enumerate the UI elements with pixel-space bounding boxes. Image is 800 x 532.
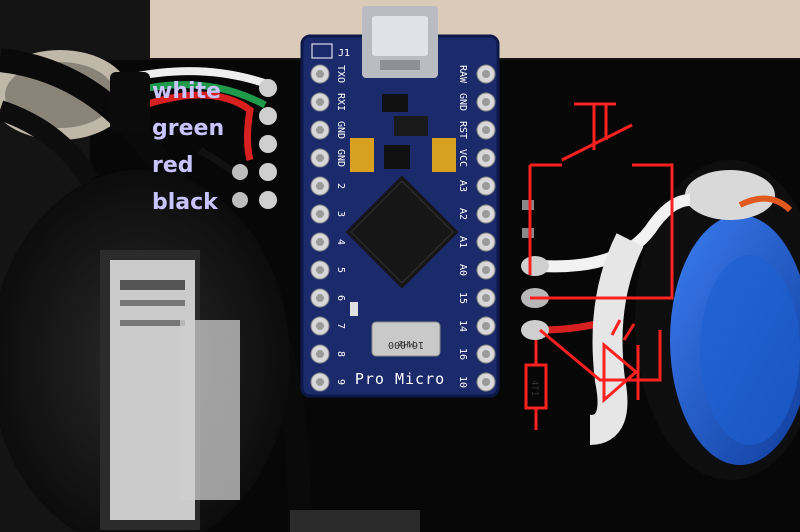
right-pin-hole — [482, 182, 490, 190]
left-pin-hole — [316, 294, 324, 302]
left-pin-label: 3 — [335, 211, 346, 217]
right-pin-hole — [482, 154, 490, 162]
right-pin-label: A0 — [457, 264, 468, 276]
right-pin-label: 15 — [457, 292, 468, 304]
right-pin-hole — [482, 266, 490, 274]
right-pin-label: VCC — [457, 149, 468, 167]
right-pin-hole — [482, 322, 490, 330]
right-pin-label: A2 — [457, 208, 468, 220]
bottom-connector — [290, 510, 420, 532]
left-pin-hole — [316, 182, 324, 190]
right-pin-hole — [482, 210, 490, 218]
crystal: 16.000 MHz — [371, 321, 441, 357]
board-led — [350, 302, 358, 316]
left-pin-label: 5 — [335, 267, 346, 273]
crystal-label-bottom: MHz — [398, 338, 414, 348]
left-pin-label: 8 — [335, 351, 346, 357]
left-pin-hole — [316, 154, 324, 162]
right-pin-hole — [482, 350, 490, 358]
right-pin-hole — [482, 294, 490, 302]
left-pin-hole — [316, 98, 324, 106]
right-pin-label: A1 — [457, 236, 468, 248]
right-pin-label: 14 — [457, 320, 468, 332]
left-pin-hole — [316, 322, 324, 330]
left-pin-hole — [316, 266, 324, 274]
left-pin-label: 9 — [335, 379, 346, 385]
photo-scene: white green red black J1 16.000 MHz Pro … — [0, 0, 800, 532]
wire-label-green: green — [152, 116, 224, 141]
left-pin-hole — [316, 126, 324, 134]
left-pin-hole — [316, 378, 324, 386]
left-pin-hole — [316, 350, 324, 358]
right-pin-label: 16 — [457, 348, 468, 360]
left-pin-label: RXI — [335, 93, 346, 111]
right-pin-label: A3 — [457, 180, 468, 192]
left-pin-hole — [316, 70, 324, 78]
wire-label-black: black — [152, 190, 219, 215]
wire-label-red: red — [152, 153, 194, 178]
right-pin-hole — [482, 238, 490, 246]
right-pin-hole — [482, 98, 490, 106]
regulator-chip — [382, 94, 408, 112]
left-pin-label: TXO — [335, 65, 346, 83]
right-pin-label: GND — [457, 93, 468, 111]
left-pin-hole — [316, 238, 324, 246]
board-name: Pro Micro — [355, 370, 445, 388]
right-pin-label: 10 — [457, 376, 468, 388]
capacitor-right — [432, 138, 456, 172]
wire-label-white: white — [152, 79, 221, 104]
left-pin-label: GND — [335, 121, 346, 139]
board-marker: J1 — [338, 48, 350, 59]
left-pin-label: 2 — [335, 183, 346, 189]
capacitor-left — [350, 138, 374, 172]
left-pin-label: 4 — [335, 239, 346, 245]
right-pin-hole — [482, 70, 490, 78]
resistor-code: 4T1 — [529, 380, 539, 396]
right-pin-hole — [482, 378, 490, 386]
left-pin-label: 7 — [335, 323, 346, 329]
right-pin-label: RAW — [457, 65, 468, 84]
left-pin-label: GND — [335, 149, 346, 167]
right-pin-hole — [482, 126, 490, 134]
left-pin-label: 6 — [335, 295, 346, 301]
right-pin-label: RST — [457, 121, 468, 139]
left-pin-hole — [316, 210, 324, 218]
